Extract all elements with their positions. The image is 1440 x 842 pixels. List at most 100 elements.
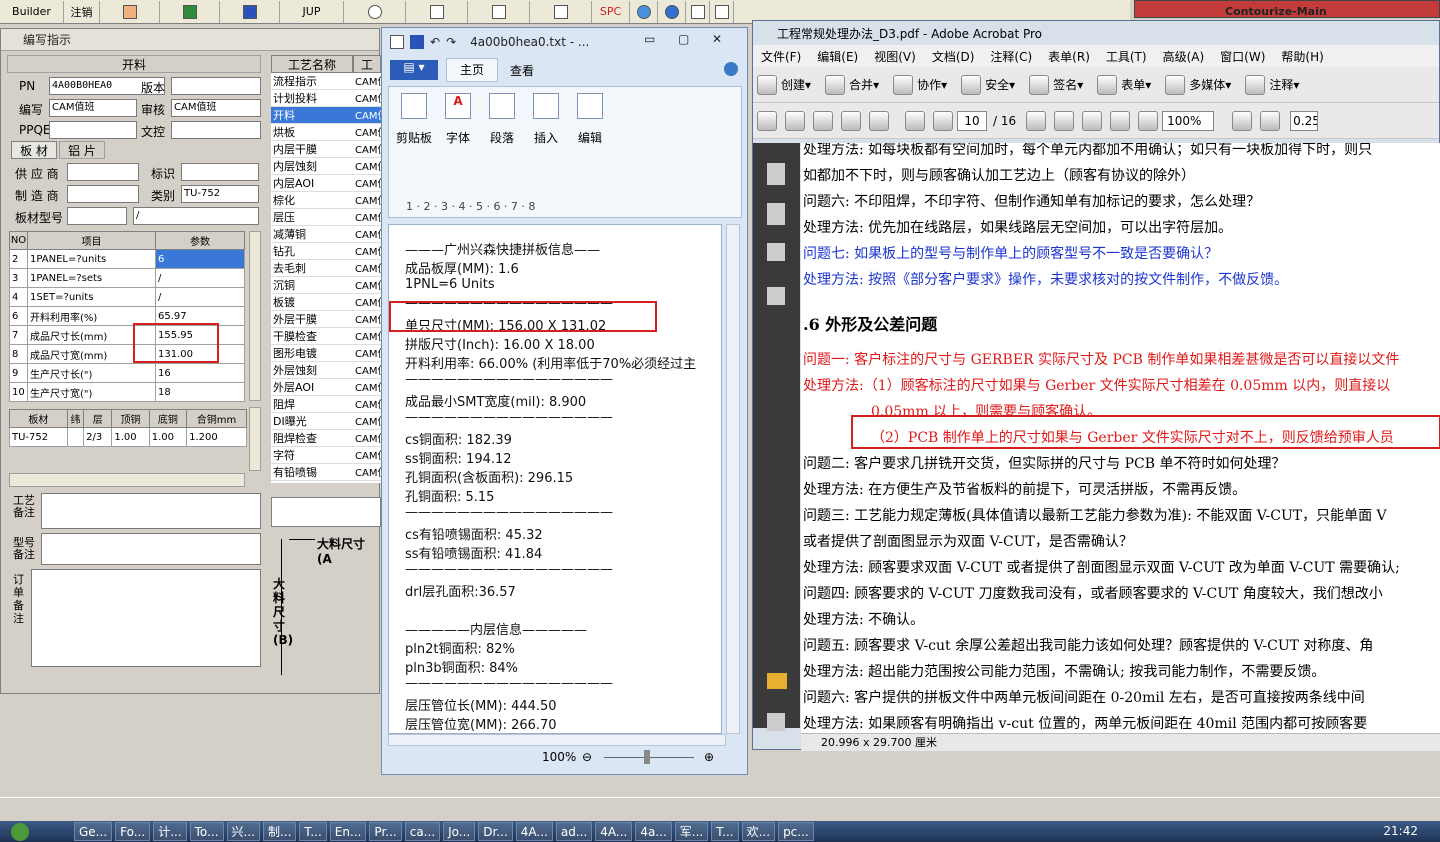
taskbar-item[interactable]: ad... [555, 822, 593, 841]
reviewer-field[interactable]: CAM值班 [171, 99, 261, 117]
share-icon[interactable] [869, 110, 889, 131]
menu-item[interactable]: 帮助(H) [1273, 48, 1331, 65]
arrow-down-icon[interactable] [933, 110, 953, 131]
toolbar-button[interactable]: 协作 ▾ [889, 74, 947, 95]
param-cell[interactable]: / [155, 287, 245, 307]
param-cell[interactable]: 7 [9, 325, 28, 345]
param-cell[interactable]: 9 [9, 363, 28, 383]
tab-view[interactable]: 查看 [510, 62, 534, 79]
param-cell[interactable]: 8 [9, 344, 28, 364]
zoom-tool-icon[interactable] [1082, 110, 1103, 131]
process-item[interactable]: 有铅喷锡 CAM值 [271, 464, 381, 481]
hand-icon[interactable] [1054, 110, 1075, 131]
menu-item[interactable]: 文档(D) [924, 48, 983, 65]
process-item[interactable]: 计划投料 CAM值 [271, 90, 381, 107]
process-item[interactable]: 内层蚀刻 CAM值 [271, 158, 381, 175]
process-item[interactable]: DI曝光 CAM值 [271, 413, 381, 430]
process-item[interactable]: 烘板 CAM值 [271, 124, 381, 141]
param-cell[interactable]: 10 [9, 382, 28, 402]
taskbar-item[interactable]: 计... [153, 822, 187, 841]
tab-aluminum[interactable]: 铝 片 [59, 141, 105, 159]
menu-item[interactable]: 视图(V) [866, 48, 924, 65]
vertical-scrollbar[interactable] [726, 224, 740, 734]
param-cell[interactable]: 18 [155, 382, 245, 402]
param-cell[interactable]: 生产尺寸长(") [27, 363, 156, 383]
zoom-out-icon[interactable] [1110, 110, 1131, 131]
taskbar-item[interactable]: T... [711, 822, 739, 841]
param-cell[interactable]: 16 [155, 363, 245, 383]
globe-icon[interactable] [630, 0, 658, 23]
page-number-input[interactable]: 10 [957, 110, 987, 131]
param-cell[interactable]: 3 [9, 268, 28, 288]
taskbar-item[interactable]: ca... [404, 822, 441, 841]
param-cell[interactable]: 1PANEL=?units [27, 249, 156, 269]
zoom-in-button[interactable]: ⊕ [704, 750, 714, 764]
taskbar-item[interactable]: 4A... [515, 822, 553, 841]
process-item[interactable]: 流程指示 CAM值 [271, 73, 381, 90]
param-cell[interactable]: 1SET=?units [27, 287, 156, 307]
taskbar-item[interactable]: Fo... [115, 822, 151, 841]
print-icon[interactable] [785, 110, 805, 131]
signatures-icon[interactable] [767, 287, 785, 305]
new-file-icon[interactable] [686, 0, 710, 23]
material-cell[interactable]: 1.00 [148, 427, 188, 447]
param-row[interactable]: 3 1PANEL=?sets / [9, 268, 245, 288]
process-item[interactable]: 钻孔 CAM值 [271, 243, 381, 260]
param-row[interactable]: 2 1PANEL=?units 6 [9, 249, 245, 269]
toolbar-button[interactable]: 合并 ▾ [821, 74, 879, 95]
menu-item[interactable]: 高级(A) [1155, 48, 1213, 65]
process-item[interactable]: 减薄铜 CAM值 [271, 226, 381, 243]
menu-item[interactable]: 工具(T) [1098, 48, 1155, 65]
param-cell[interactable]: 4 [9, 287, 28, 307]
maximize-button[interactable]: ▢ [678, 32, 689, 46]
ppqe-field[interactable] [49, 121, 137, 139]
taskbar-item[interactable]: To... [189, 822, 224, 841]
zoom-input-2[interactable]: 0.25 [1290, 110, 1319, 131]
eye-icon[interactable] [344, 0, 406, 23]
spc-button[interactable]: SPC [592, 0, 630, 23]
process-item[interactable]: 阻焊检查 CAM值 [271, 430, 381, 447]
save-icon[interactable] [410, 35, 424, 49]
paragraph-group[interactable]: 段落 [483, 93, 521, 191]
board-model-field[interactable] [67, 207, 127, 225]
category-field[interactable]: TU-752 [181, 185, 259, 203]
builder-button[interactable]: Builder [0, 0, 64, 23]
taskbar-item[interactable]: 制... [262, 822, 297, 841]
taskbar-item[interactable]: 军... [674, 822, 709, 841]
material-cell[interactable]: TU-752 [9, 427, 68, 447]
mark-field[interactable] [181, 163, 259, 181]
edit-group[interactable]: 编辑 [571, 93, 609, 191]
param-cell[interactable]: 1PANEL=?sets [27, 268, 156, 288]
process-item[interactable]: 内层AOI CAM值 [271, 175, 381, 192]
taskbar-item[interactable]: 4A... [595, 822, 633, 841]
process-note-field[interactable] [41, 493, 261, 529]
process-item[interactable]: 层压 CAM值 [271, 209, 381, 226]
bookmarks-icon[interactable] [767, 203, 785, 225]
undo-icon[interactable]: ↶ [430, 35, 440, 49]
menu-item[interactable]: 窗口(W) [1212, 48, 1273, 65]
help-icon[interactable] [724, 62, 738, 76]
model-note-field[interactable] [41, 533, 261, 565]
process-item[interactable]: 阻焊 CAM值 [271, 396, 381, 413]
taskbar-item[interactable]: Ge... [74, 822, 113, 841]
maker-field[interactable] [67, 185, 139, 203]
taskbar-item[interactable]: Jo... [443, 822, 476, 841]
param-cell[interactable]: 生产尺寸宽(") [27, 382, 156, 402]
menu-item[interactable]: 注释(C) [982, 48, 1040, 65]
process-item[interactable]: 开料 CAM值 [271, 107, 381, 124]
taskbar-item[interactable]: 欢... [741, 822, 776, 841]
param-scrollbar[interactable] [249, 231, 261, 401]
font-group[interactable]: A 字体 [439, 93, 477, 191]
menu-item[interactable]: 表单(R) [1040, 48, 1098, 65]
toolbar-button[interactable]: 签名 ▾ [1025, 74, 1083, 95]
taskbar-item[interactable]: T... [299, 822, 327, 841]
material-cell[interactable]: 2/3 [83, 427, 113, 447]
toolbar-button[interactable]: 安全 ▾ [957, 74, 1015, 95]
fit-page-icon[interactable] [1260, 110, 1281, 131]
supplier-field[interactable] [67, 163, 139, 181]
zoom-in-icon[interactable] [1138, 110, 1159, 131]
material-hscrollbar[interactable] [9, 473, 245, 487]
process-item[interactable]: 外层AOI CAM值 [271, 379, 381, 396]
diagram-field[interactable] [271, 497, 381, 527]
pages-icon[interactable] [767, 163, 785, 185]
